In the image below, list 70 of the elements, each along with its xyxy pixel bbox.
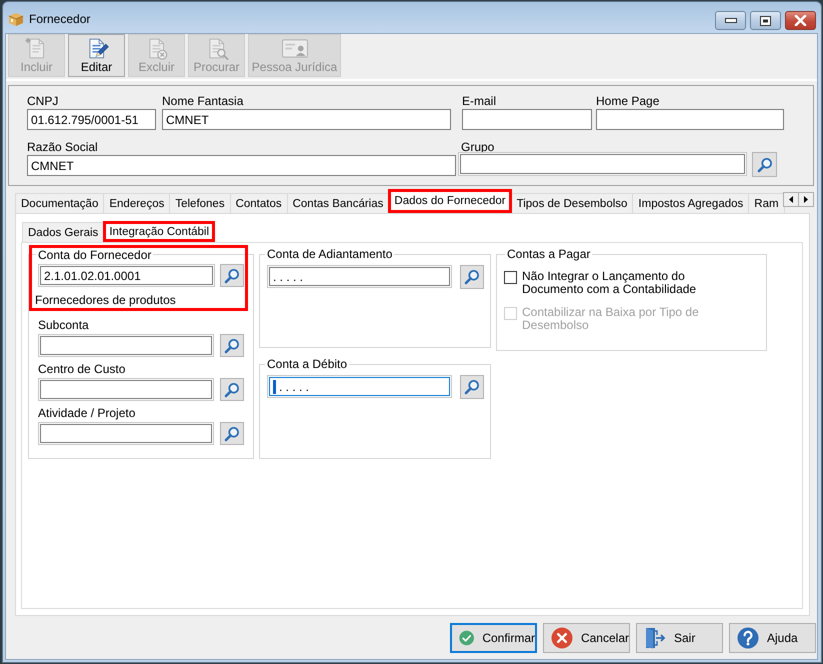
scroll-right-button[interactable] [798, 192, 814, 207]
group-title: Conta do Fornecedor [36, 248, 154, 262]
tab[interactable]: Dados Gerais [22, 222, 104, 242]
text-field[interactable]: CMNET [27, 155, 456, 176]
search-button[interactable] [460, 375, 484, 399]
field-label: Subconta [38, 318, 89, 332]
text-field[interactable] [38, 378, 214, 401]
maximize-icon [760, 16, 771, 26]
field-label: Atividade / Projeto [38, 406, 136, 420]
search-button[interactable] [220, 422, 244, 445]
text-field[interactable]: . . . . . [267, 375, 452, 398]
search-icon [224, 382, 240, 398]
text-field[interactable]: 01.612.795/0001-51 [27, 109, 156, 130]
close-button[interactable] [785, 11, 816, 30]
text-cursor [273, 380, 276, 394]
search-button[interactable] [752, 152, 777, 177]
left-arrow-icon [788, 196, 793, 203]
group-title: Conta a Débito [265, 357, 350, 371]
help-icon [737, 626, 759, 648]
help-button[interactable]: Ajuda [729, 622, 816, 652]
search-icon [756, 156, 772, 172]
minimize-button[interactable] [715, 11, 746, 30]
text-field[interactable]: CMNET [162, 109, 451, 130]
tab[interactable]: Ram [748, 193, 785, 213]
group-title: Conta de Adiantamento [265, 247, 394, 261]
minimize-icon [724, 18, 736, 23]
field-label: Grupo [461, 140, 494, 154]
text-field[interactable] [462, 109, 592, 130]
search-button[interactable] [460, 265, 484, 289]
search-button[interactable] [220, 334, 244, 357]
toolbar-button[interactable]: Editar [68, 34, 125, 77]
tab[interactable]: Dados do Fornecedor [388, 189, 512, 213]
search-icon [224, 338, 240, 354]
search-button[interactable] [220, 264, 244, 287]
field-label: Razão Social [27, 140, 98, 154]
account-description: Fornecedores de produtos [35, 293, 176, 307]
field-label: Home Page [596, 94, 660, 108]
x-circle-icon [551, 626, 573, 648]
group-title: Contas a Pagar [505, 247, 592, 261]
checkbox[interactable] [504, 271, 517, 284]
search-icon [224, 426, 240, 442]
window-title: Fornecedor [29, 12, 90, 26]
text-field[interactable]: 2.1.01.02.01.0001 [38, 264, 215, 287]
field-label: E-mail [462, 94, 496, 108]
field-label: CNPJ [27, 94, 58, 108]
search-icon [224, 268, 240, 284]
search-icon [464, 269, 480, 285]
text-field[interactable] [596, 109, 784, 130]
maximize-button[interactable] [750, 11, 781, 30]
tab[interactable]: Integração Contábil [103, 221, 216, 242]
box-icon [8, 10, 24, 26]
id-card-icon [280, 37, 308, 60]
search-button[interactable] [220, 378, 244, 401]
close-icon [794, 15, 807, 26]
scroll-left-button[interactable] [782, 192, 799, 207]
checkbox-label: Não Integrar o Lançamento do Documento com a Contabilidade [522, 270, 698, 296]
field-label: Centro de Custo [38, 362, 126, 376]
right-arrow-icon [804, 196, 808, 203]
field-label: Nome Fantasia [162, 94, 244, 108]
checkbox-label: Contabilizar na Baixa por Tipo de Desembolso [522, 306, 700, 332]
tab[interactable]: Documentação [15, 193, 104, 213]
text-field[interactable] [38, 422, 214, 445]
exit-button[interactable]: Sair [636, 622, 723, 652]
cancel-button[interactable]: Cancelar [543, 622, 630, 652]
text-field[interactable]: . . . . . [267, 265, 452, 288]
door-exit-icon [644, 626, 666, 648]
confirm-button[interactable]: Confirmar [450, 622, 537, 652]
search-icon [464, 379, 480, 395]
text-field[interactable] [458, 152, 747, 176]
text-field[interactable] [38, 334, 214, 357]
